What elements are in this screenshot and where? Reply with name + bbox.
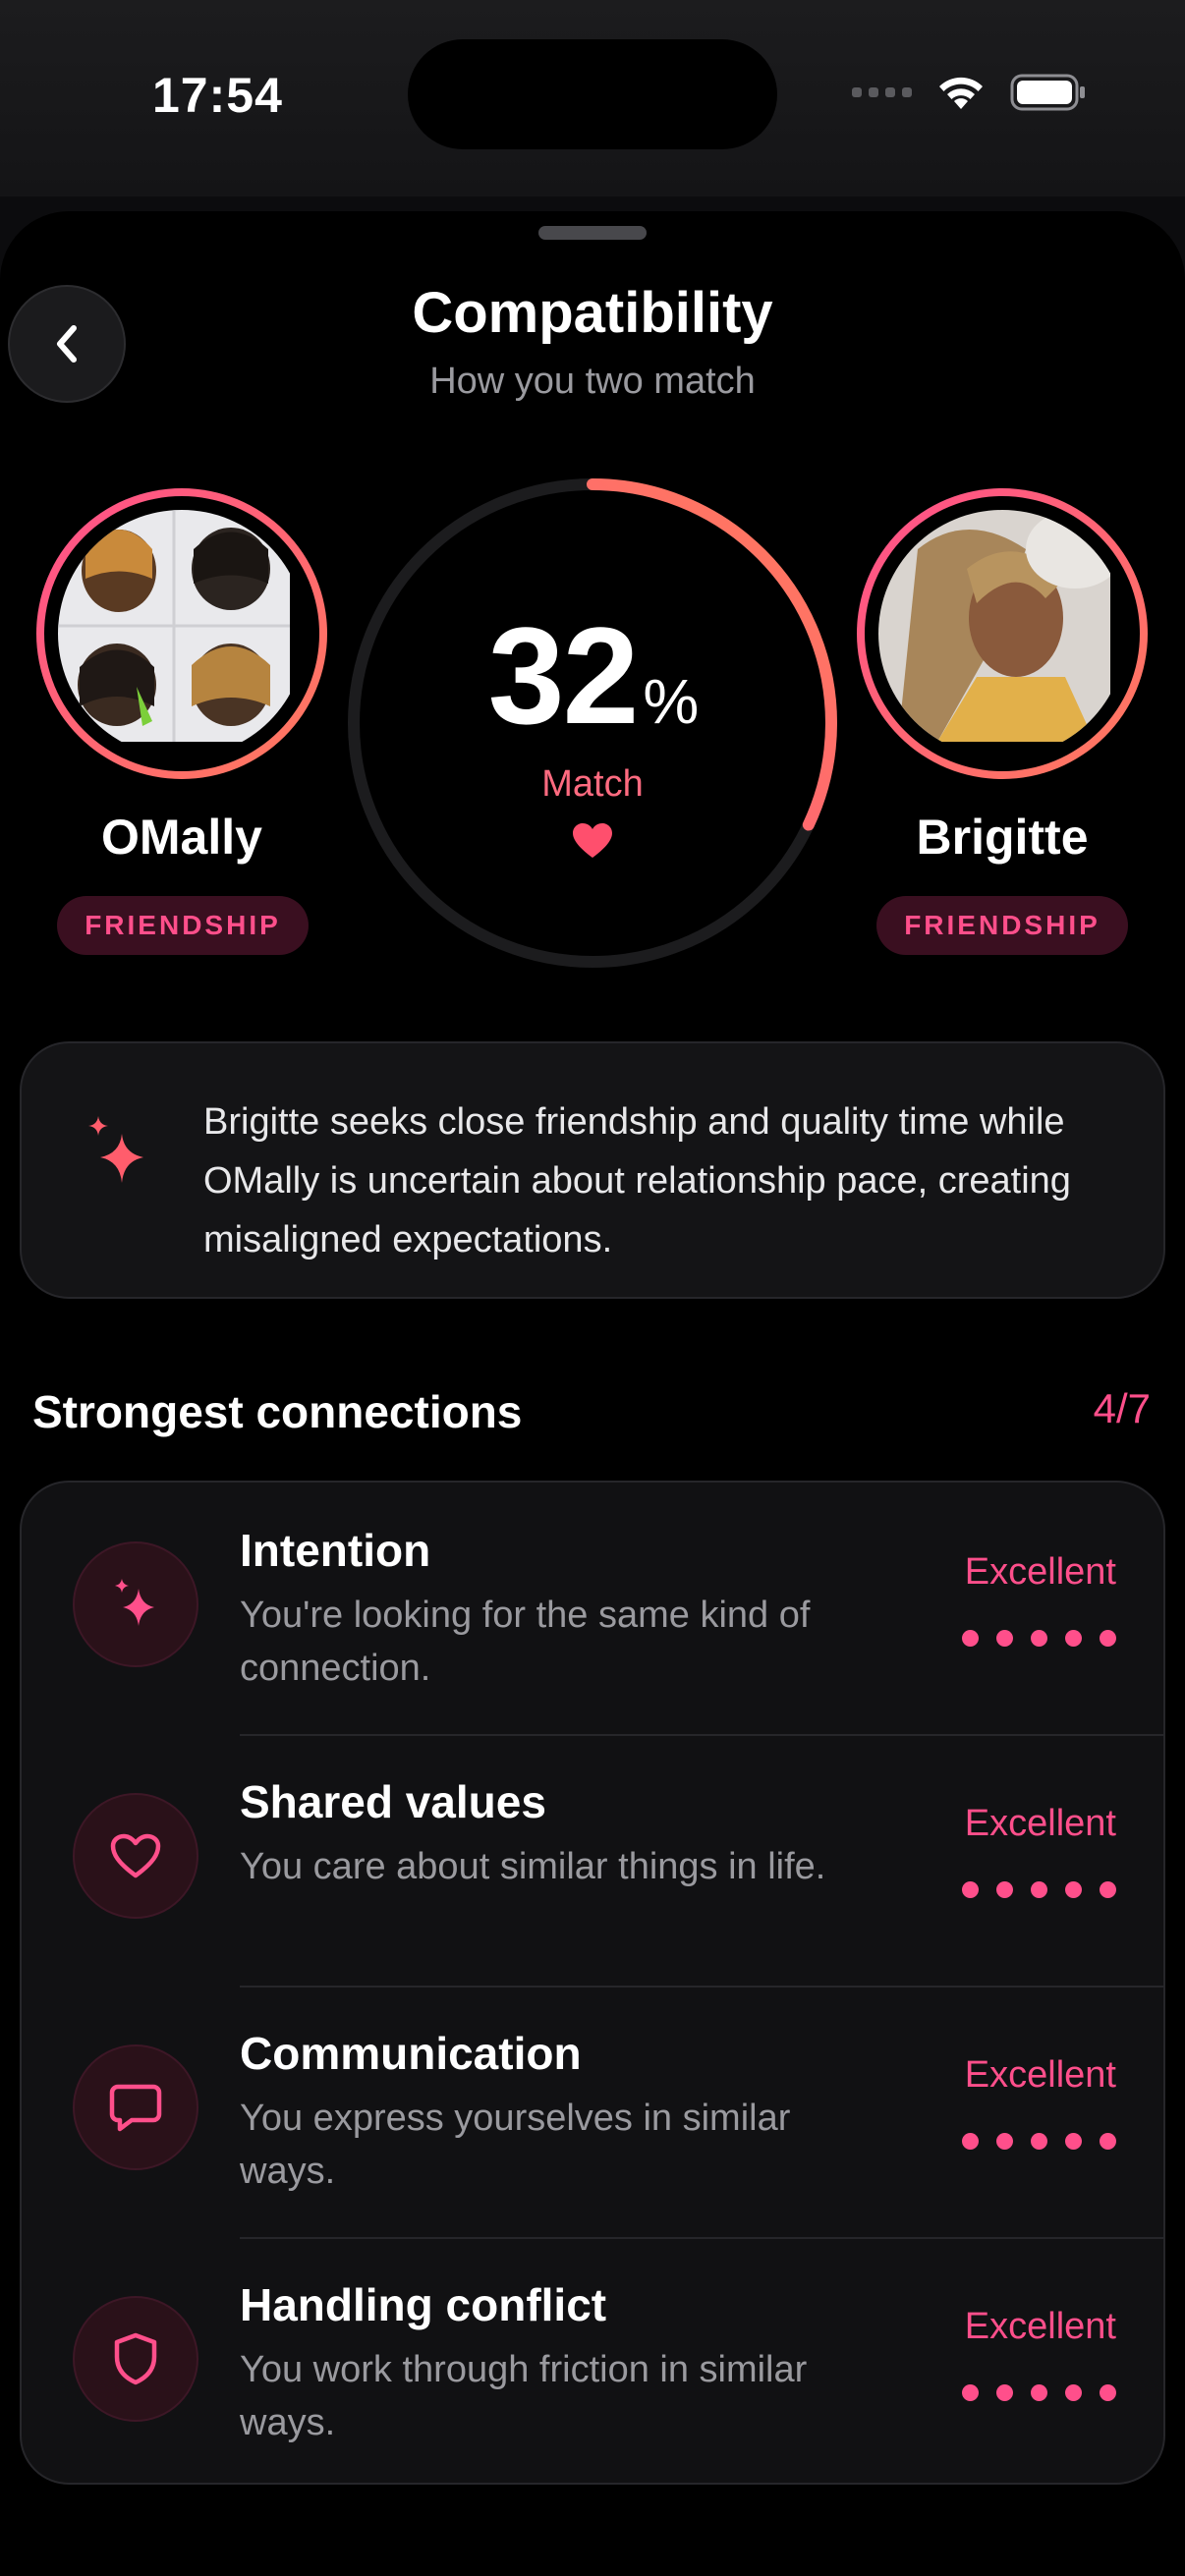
rating-dots: [962, 2384, 1116, 2401]
row-divider: [240, 2237, 1163, 2239]
rating-dot: [1031, 2133, 1047, 2150]
status-bar: 17:54: [0, 0, 1185, 196]
heart-icon: [573, 823, 612, 858]
connection-title: Intention: [240, 1525, 431, 1576]
rating-dot: [962, 2384, 979, 2401]
avatar-right[interactable]: [857, 488, 1148, 779]
connection-description: You're looking for the same kind of conn…: [240, 1595, 811, 1689]
rating-dot: [1065, 2384, 1082, 2401]
connection-title: Handling conflict: [240, 2279, 607, 2330]
rating-dot: [962, 1630, 979, 1647]
rating-dot: [1031, 1881, 1047, 1898]
profile-name-right: Brigitte: [916, 810, 1089, 865]
sheet-grabber[interactable]: [538, 226, 647, 240]
chat-bubble-icon: [73, 2044, 198, 2170]
status-time: 17:54: [152, 68, 283, 123]
heart-icon: [73, 1793, 198, 1919]
connection-rating: Excellent: [964, 1551, 1116, 1593]
connection-rating: Excellent: [964, 2054, 1116, 2096]
rating-dot: [1100, 1630, 1116, 1647]
dynamic-island: [408, 39, 777, 149]
rating-dot: [1031, 2384, 1047, 2401]
connection-title: Shared values: [240, 1776, 546, 1827]
intent-badge-left: FRIENDSHIP: [57, 896, 309, 955]
connection-description: You express yourselves in similar ways.: [240, 2098, 791, 2192]
intent-badge-right: FRIENDSHIP: [876, 896, 1128, 955]
match-percent: 32%: [346, 596, 839, 756]
rating-dot: [1065, 2133, 1082, 2150]
insight-text: Brigitte seeks close friendship and qual…: [203, 1101, 1071, 1260]
rating-dot: [962, 1881, 979, 1898]
profile-photo-right: [878, 510, 1126, 757]
rating-dot: [1100, 1881, 1116, 1898]
sparkle-icon: [73, 1541, 198, 1667]
status-icons: [852, 73, 1087, 112]
rating-dot: [1031, 1630, 1047, 1647]
compatibility-sheet: Compatibility How you two match OMally F…: [0, 211, 1185, 2576]
list-item[interactable]: Intention You're looking for the same ki…: [22, 1483, 1163, 1734]
sparkle-icon: [88, 1116, 143, 1183]
rating-dots: [962, 2133, 1116, 2150]
avatar-left[interactable]: [36, 488, 327, 779]
wifi-icon: [935, 74, 987, 111]
list-item[interactable]: Handling conflict You work through frict…: [22, 2237, 1163, 2483]
shield-icon: [73, 2296, 198, 2422]
rating-dot: [1065, 1630, 1082, 1647]
page-title: Compatibility: [412, 281, 773, 345]
row-divider: [240, 1734, 1163, 1736]
row-divider: [240, 1986, 1163, 1988]
section-title: Strongest connections: [32, 1386, 523, 1437]
page-subtitle: How you two match: [429, 361, 756, 402]
rating-dot: [996, 1630, 1013, 1647]
connection-rating: Excellent: [964, 2306, 1116, 2347]
rating-dot: [996, 2384, 1013, 2401]
profile-photo-left: [58, 510, 306, 757]
rating-dot: [996, 1881, 1013, 1898]
connection-description: You work through friction in similar way…: [240, 2349, 808, 2443]
profile-name-left: OMally: [101, 810, 262, 865]
insight-card: Brigitte seeks close friendship and qual…: [20, 1041, 1165, 1299]
battery-icon: [1010, 73, 1087, 112]
connections-list: Intention You're looking for the same ki…: [20, 1481, 1165, 2485]
section-count: 4/7: [1093, 1385, 1151, 1431]
list-item[interactable]: Shared values You care about similar thi…: [22, 1734, 1163, 1986]
rating-dot: [962, 2133, 979, 2150]
match-percent-value: 32: [487, 598, 640, 753]
list-item[interactable]: Communication You express yourselves in …: [22, 1986, 1163, 2237]
connection-rating: Excellent: [964, 1803, 1116, 1844]
match-percent-sign: %: [643, 666, 699, 737]
rating-dot: [1100, 2384, 1116, 2401]
connection-description: You care about similar things in life.: [240, 1846, 826, 1887]
rating-dots: [962, 1630, 1116, 1647]
rating-dot: [996, 2133, 1013, 2150]
cellular-signal-icon: [852, 87, 912, 97]
rating-dot: [1065, 1881, 1082, 1898]
match-label: Match: [541, 763, 644, 805]
rating-dots: [962, 1881, 1116, 1898]
connection-title: Communication: [240, 2028, 582, 2079]
rating-dot: [1100, 2133, 1116, 2150]
